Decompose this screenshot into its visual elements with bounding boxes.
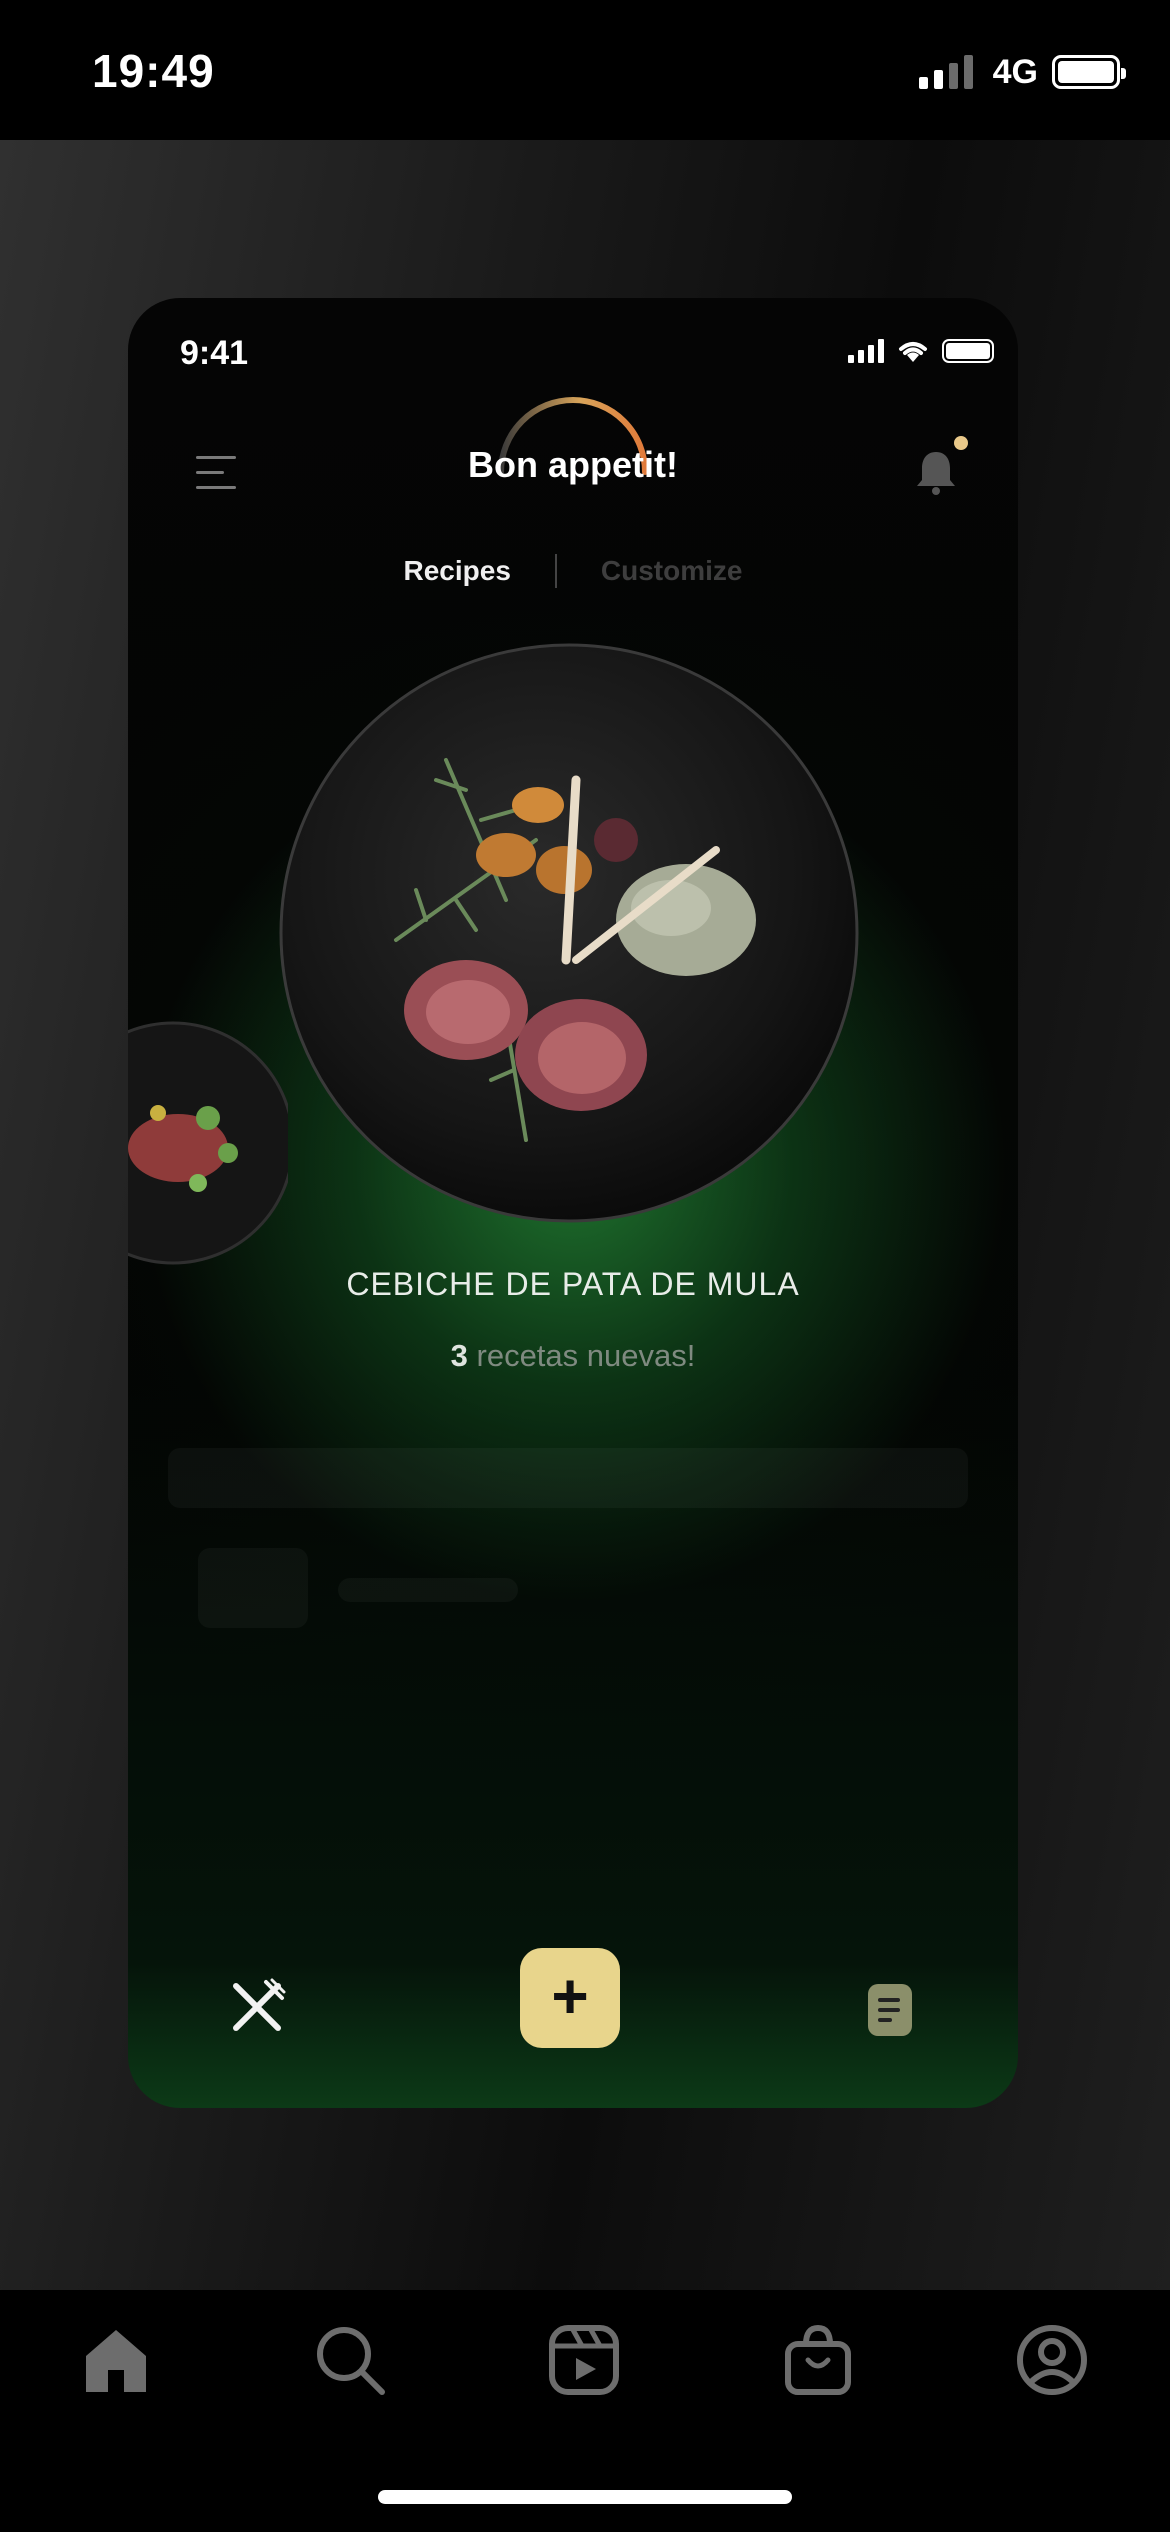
- network-label: 4G: [992, 52, 1038, 91]
- brand-title: Bon appetit!: [468, 444, 678, 485]
- new-recipes-count: 3: [450, 1338, 468, 1373]
- status-time: 19:49: [92, 45, 215, 97]
- plus-icon: +: [551, 1960, 589, 2032]
- new-recipes-label: 3 recetas nuevas!: [128, 1338, 1018, 1374]
- signal-icon: [918, 55, 973, 89]
- app-mockup: 9:41 Bon appetit! Recipes Customize CEBI…: [128, 298, 1018, 2108]
- mockup-signal-icon: [848, 339, 884, 363]
- bell-icon[interactable]: [914, 446, 958, 498]
- home-icon[interactable]: [78, 2322, 154, 2398]
- mockup-battery-icon: [942, 339, 994, 363]
- dish-image[interactable]: [276, 640, 862, 1226]
- new-recipes-text: recetas nuevas!: [476, 1338, 696, 1373]
- dish-name: CEBICHE DE PATA DE MULA: [346, 1266, 800, 1302]
- tab-recipes[interactable]: Recipes: [404, 555, 511, 587]
- mockup-status-time: 9:41: [180, 334, 249, 372]
- blurred-thumbnail: [198, 1548, 308, 1628]
- home-indicator[interactable]: [378, 2490, 792, 2504]
- notification-dot: [954, 436, 968, 450]
- shop-icon[interactable]: [780, 2322, 856, 2398]
- tab-customize[interactable]: Customize: [601, 555, 743, 587]
- utensils-icon[interactable]: [228, 1978, 286, 2036]
- profile-icon[interactable]: [1014, 2322, 1090, 2398]
- status-bar: 19:49 4G: [0, 0, 1170, 140]
- mockup-status-indicators: [848, 338, 994, 364]
- document-icon[interactable]: [866, 1982, 914, 2038]
- tab-divider: [554, 554, 557, 588]
- reels-icon[interactable]: [546, 2322, 622, 2398]
- blurred-content: [168, 1448, 968, 1508]
- previous-dish-image[interactable]: [128, 1018, 288, 1268]
- battery-icon: [1052, 55, 1126, 89]
- status-indicators: 4G: [918, 52, 1126, 92]
- screen: 19:49 4G 9:41 Bon appetit! Recipes Custo…: [0, 0, 1170, 2532]
- search-icon[interactable]: [312, 2322, 388, 2398]
- segment-tabs: Recipes Customize: [128, 554, 1018, 588]
- add-button[interactable]: +: [520, 1948, 620, 2048]
- blurred-rating: [338, 1578, 518, 1602]
- wifi-icon: [899, 342, 927, 362]
